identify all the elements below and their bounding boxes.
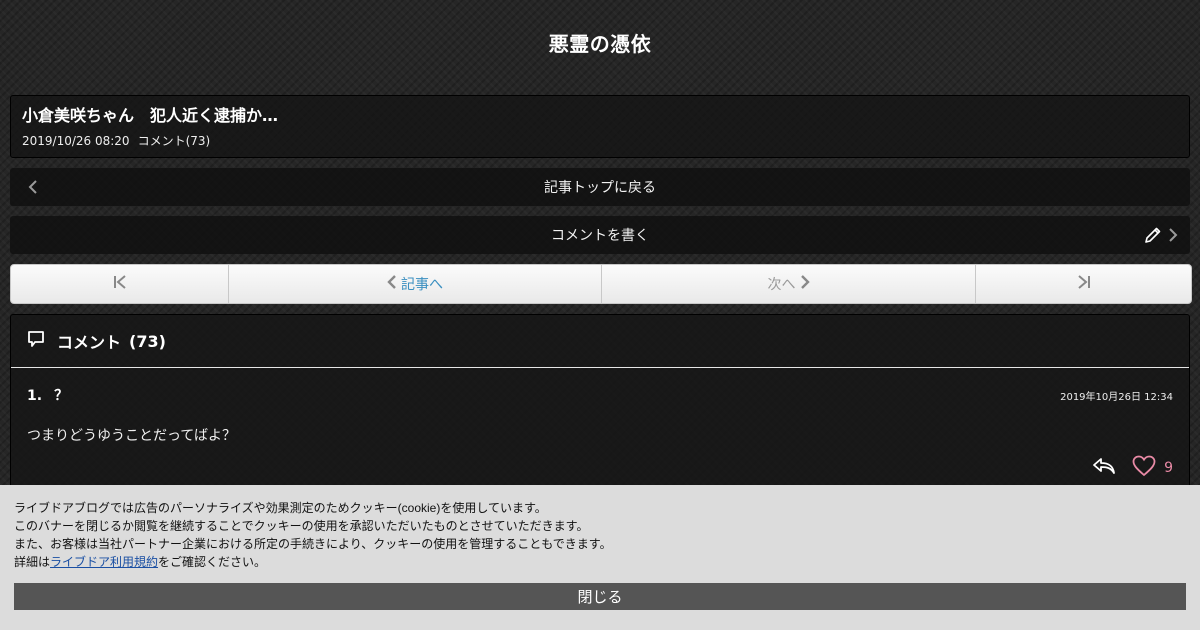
comments-header: コメント (73) bbox=[11, 315, 1189, 368]
comment-author: ？ bbox=[54, 388, 69, 404]
cookie-text-line-3: また、お客様は当社パートナー企業における所定の手続きにより、クッキーの使用を管理… bbox=[14, 537, 612, 551]
last-page-icon bbox=[1077, 275, 1091, 293]
article-date: 2019/10/26 08:20 bbox=[22, 134, 130, 148]
article-pager: 記事へ 次へ bbox=[10, 264, 1192, 304]
cookie-close-button[interactable]: 閉じる bbox=[14, 583, 1186, 610]
cookie-details-prefix: 詳細は bbox=[14, 555, 51, 569]
chevron-right-icon bbox=[800, 275, 810, 293]
comments-section: コメント (73) 1. ？ 2019年10月26日 12:34 つまりどうゆうこ… bbox=[10, 314, 1190, 514]
article-meta: 2019/10/26 08:20 コメント(73) bbox=[22, 132, 1178, 149]
next-label: 次へ bbox=[767, 277, 796, 293]
comments-title: コメント bbox=[57, 333, 122, 352]
like-count: 9 bbox=[1164, 460, 1173, 476]
chevron-right-icon bbox=[1168, 228, 1178, 246]
cookie-text-line-2: このバナーを閉じるか閲覧を継続することでクッキーの使用を承認いただいたものとさせ… bbox=[14, 519, 589, 533]
site-title[interactable]: 悪霊の憑依 bbox=[549, 28, 652, 57]
terms-link[interactable]: ライブドア利用規約 bbox=[50, 555, 158, 569]
heart-icon[interactable] bbox=[1132, 455, 1156, 481]
reply-icon[interactable] bbox=[1092, 456, 1116, 480]
back-to-article-top-label: 記事トップに戻る bbox=[544, 180, 656, 196]
write-comment-icons bbox=[1144, 226, 1178, 248]
write-comment-button[interactable]: コメントを書く bbox=[10, 216, 1190, 254]
chevron-left-icon bbox=[28, 180, 38, 198]
first-page-icon bbox=[113, 275, 127, 293]
comment-number: 1. ？ bbox=[27, 385, 68, 405]
first-page-button[interactable] bbox=[11, 265, 229, 303]
comment-count-link[interactable]: コメント(73) bbox=[138, 134, 211, 148]
last-page-button[interactable] bbox=[976, 265, 1191, 303]
comment-actions: 9 bbox=[1092, 455, 1173, 481]
prev-article-button[interactable]: 記事へ bbox=[229, 265, 602, 303]
back-to-article-top-button[interactable]: 記事トップに戻る bbox=[10, 168, 1190, 206]
cookie-text-line-1: ライブドアブログでは広告のパーソナライズや効果測定のためクッキー(cookie)… bbox=[14, 501, 547, 515]
cookie-text-line-4: 詳細はライブドア利用規約をご確認ください。 bbox=[14, 553, 1186, 571]
pencil-icon bbox=[1144, 226, 1162, 248]
cookie-details-suffix: をご確認ください。 bbox=[158, 555, 267, 569]
comment-date: 2019年10月26日 12:34 bbox=[1060, 391, 1173, 403]
speech-bubble-icon bbox=[27, 330, 45, 352]
site-header: 悪霊の憑依 bbox=[0, 0, 1200, 85]
article-title[interactable]: 小倉美咲ちゃん 犯人近く逮捕か… bbox=[22, 105, 1178, 127]
chevron-left-icon bbox=[387, 275, 397, 293]
comment-index: 1. bbox=[27, 388, 43, 404]
prev-article-label: 記事へ bbox=[401, 277, 443, 293]
write-comment-label: コメントを書く bbox=[551, 228, 649, 244]
article-header: 小倉美咲ちゃん 犯人近く逮捕か… 2019/10/26 08:20 コメント(73… bbox=[10, 95, 1190, 158]
comments-count: (73) bbox=[129, 331, 166, 351]
next-button[interactable]: 次へ bbox=[602, 265, 976, 303]
comment-item: 1. ？ 2019年10月26日 12:34 つまりどうゆうことだってばよ？ bbox=[11, 368, 1189, 445]
comment-body: つまりどうゆうことだってばよ？ bbox=[27, 428, 237, 444]
comment-header-row: 1. ？ 2019年10月26日 12:34 bbox=[27, 385, 1173, 405]
cookie-banner: ライブドアブログでは広告のパーソナライズや効果測定のためクッキー(cookie)… bbox=[0, 485, 1200, 630]
